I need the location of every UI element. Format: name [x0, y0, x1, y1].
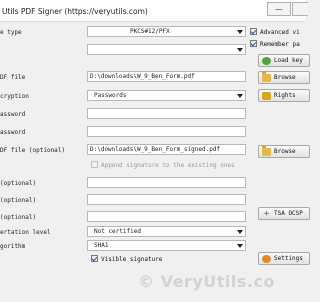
remember-pass-checkbox[interactable]	[250, 40, 257, 47]
key-icon	[262, 92, 271, 100]
certification-select[interactable]: Not certified	[87, 226, 246, 237]
plus-icon: +	[263, 209, 270, 219]
input-file-field[interactable]: D:\downloads\W_9_Ben_Form.pdf	[87, 71, 246, 82]
load-keys-icon	[262, 57, 271, 65]
input-file-label: DF file	[0, 74, 26, 81]
hash-algorithm-label: gorithm	[0, 243, 26, 250]
encryption-label: cryption	[0, 93, 29, 100]
tsa-ocsp-button[interactable]: + TSA OCSP	[258, 207, 310, 220]
input-file-value: D:\downloads\W_9_Ben_Form.pdf	[90, 73, 195, 80]
key-type-label: e type	[0, 29, 22, 36]
minimize-button[interactable]: —	[267, 2, 291, 16]
watermark: © VeryUtils.co	[138, 272, 275, 291]
rights-label: Rights	[274, 92, 296, 99]
encryption-value: Passwords	[94, 92, 127, 99]
close-button[interactable]	[292, 2, 308, 16]
rights-button[interactable]: Rights	[258, 89, 310, 102]
password2-label: assword	[0, 129, 26, 136]
append-signature-label: Append signature to the existing ones	[101, 162, 235, 169]
hash-algorithm-value: SHA1	[94, 242, 109, 249]
certification-value: Not certified	[94, 228, 141, 235]
visible-signature-checkbox[interactable]	[91, 255, 98, 262]
visible-signature-label: Visible signature	[101, 256, 163, 263]
title-bar: Utils PDF Signer (https://veryutils.com)…	[0, 0, 308, 22]
reason-field[interactable]	[87, 177, 246, 188]
browse-output-button[interactable]: Browse	[258, 145, 310, 158]
key-select[interactable]	[87, 44, 246, 55]
advanced-view-label: Advanced vi	[260, 29, 300, 36]
window-title: Utils PDF Signer (https://veryutils.com)	[2, 7, 148, 16]
hash-algorithm-select[interactable]: SHA1	[87, 240, 246, 251]
key-type-value: PKCS#12/PFX	[130, 28, 170, 35]
certification-label: ertation level	[0, 229, 51, 236]
contact-label: (optional)	[0, 214, 37, 221]
password-label: assword	[0, 111, 26, 118]
location-field[interactable]	[87, 194, 246, 205]
browse-output-label: Browse	[274, 148, 296, 155]
load-keys-button[interactable]: Load key	[258, 54, 310, 67]
contact-field[interactable]	[87, 211, 246, 222]
browse-input-button[interactable]: Browse	[258, 71, 310, 84]
output-file-field[interactable]: D:\downloads\W_9_Ben_Form_signed.pdf	[87, 144, 246, 155]
advanced-view-checkbox[interactable]	[250, 28, 257, 35]
settings-button[interactable]: Settings	[258, 252, 310, 265]
output-file-value: D:\downloads\W_9_Ben_Form_signed.pdf	[90, 146, 221, 153]
password-field[interactable]	[87, 108, 246, 119]
tsa-ocsp-label: TSA OCSP	[274, 210, 303, 217]
encryption-select[interactable]: Passwords	[87, 90, 246, 101]
output-file-label: DF file (optional)	[0, 147, 66, 154]
key-type-select[interactable]: PKCS#12/PFX	[87, 26, 246, 37]
location-label: (optional)	[0, 197, 37, 204]
settings-icon	[262, 255, 271, 263]
folder-icon	[262, 72, 271, 82]
append-signature-checkbox[interactable]	[91, 161, 98, 168]
settings-label: Settings	[274, 255, 303, 262]
browse-input-label: Browse	[274, 74, 296, 81]
password2-field[interactable]	[87, 126, 246, 137]
folder-icon	[262, 146, 271, 156]
load-keys-label: Load key	[274, 57, 303, 64]
remember-pass-label: Remember pa	[260, 41, 300, 48]
reason-label: (optional)	[0, 180, 37, 187]
